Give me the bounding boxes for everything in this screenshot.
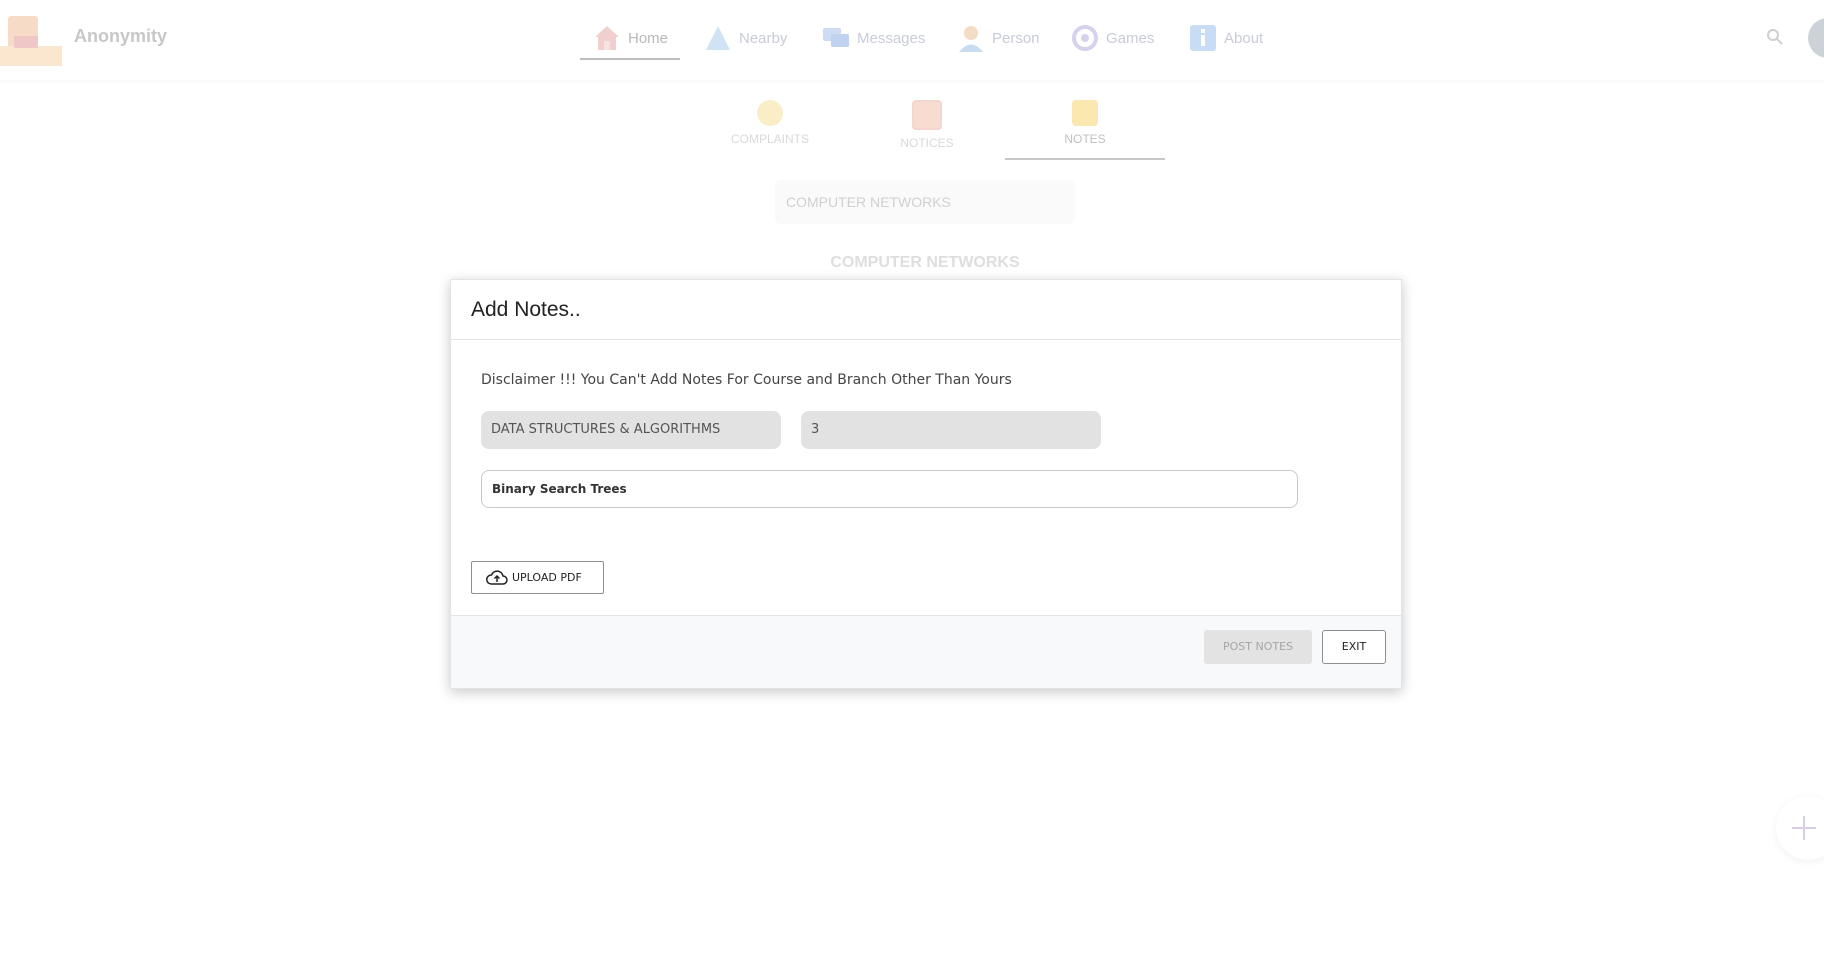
add-notes-modal: Add Notes.. Disclaimer !!! You Can't Add…: [450, 279, 1402, 689]
plus-icon: [1792, 816, 1816, 840]
tab-active-underline: [1005, 158, 1165, 160]
subject-field[interactable]: DATA STRUCTURES & ALGORITHMS: [481, 411, 781, 449]
nav-item-home[interactable]: Home: [592, 16, 668, 60]
app-logo-icon: [0, 16, 62, 66]
nav-item-games[interactable]: Games: [1070, 16, 1154, 60]
cloud-upload-icon: [486, 569, 508, 585]
nav-item-messages[interactable]: Messages: [821, 16, 925, 60]
person-icon: [959, 26, 983, 52]
subject-heading: COMPUTER NETWORKS: [830, 254, 1020, 271]
nav-label-about: About: [1224, 29, 1264, 47]
nav-label-home: Home: [628, 29, 669, 47]
nav-active-underline: [580, 58, 680, 60]
brand-name[interactable]: Anonymity: [74, 26, 167, 47]
upload-pdf-label: UPLOAD PDF: [512, 571, 582, 584]
unit-field[interactable]: 3: [801, 411, 1101, 449]
nav-label-nearby: Nearby: [739, 29, 788, 47]
subject-select[interactable]: COMPUTER NETWORKS: [775, 180, 1075, 224]
tab-notices[interactable]: NOTICES: [847, 96, 1007, 160]
topic-input[interactable]: Binary Search Trees: [481, 470, 1298, 508]
exit-button[interactable]: EXIT: [1322, 630, 1386, 664]
modal-footer: POST NOTES EXIT: [451, 615, 1401, 688]
disclaimer-text: Disclaimer !!! You Can't Add Notes For C…: [481, 372, 1012, 388]
tab-complaints[interactable]: COMPLAINTS: [690, 96, 850, 160]
tab-label-notices: NOTICES: [900, 136, 954, 150]
messages-icon: [823, 28, 849, 47]
notices-icon: [912, 100, 942, 130]
post-notes-button[interactable]: POST NOTES: [1204, 630, 1312, 664]
nav-label-games: Games: [1106, 29, 1155, 47]
nav-item-person[interactable]: Person: [956, 16, 1040, 60]
home-icon: [595, 26, 619, 50]
search-icon[interactable]: [1766, 28, 1784, 46]
modal-header: Add Notes..: [451, 280, 1401, 340]
nearby-icon: [706, 26, 730, 50]
complaints-icon: [757, 100, 783, 126]
info-icon: [1190, 25, 1216, 51]
modal-title: Add Notes..: [471, 298, 581, 321]
tab-notes[interactable]: NOTES: [1005, 96, 1165, 160]
avatar[interactable]: [1808, 18, 1824, 58]
nav-item-about[interactable]: About: [1188, 16, 1263, 60]
tab-label-notes: NOTES: [1064, 132, 1106, 146]
nav-item-nearby[interactable]: Nearby: [703, 16, 787, 60]
top-navbar: Anonymity Home Nearby Messages Person Ga…: [0, 0, 1824, 80]
nav-label-person: Person: [992, 29, 1040, 47]
notes-icon: [1072, 100, 1098, 126]
nav-label-messages: Messages: [857, 29, 926, 47]
section-tabs: COMPLAINTS NOTICES NOTES: [690, 96, 1170, 160]
tab-label-complaints: COMPLAINTS: [730, 132, 809, 146]
games-icon: [1072, 25, 1098, 51]
upload-pdf-button[interactable]: UPLOAD PDF: [471, 561, 604, 594]
add-fab-button[interactable]: [1776, 796, 1824, 860]
